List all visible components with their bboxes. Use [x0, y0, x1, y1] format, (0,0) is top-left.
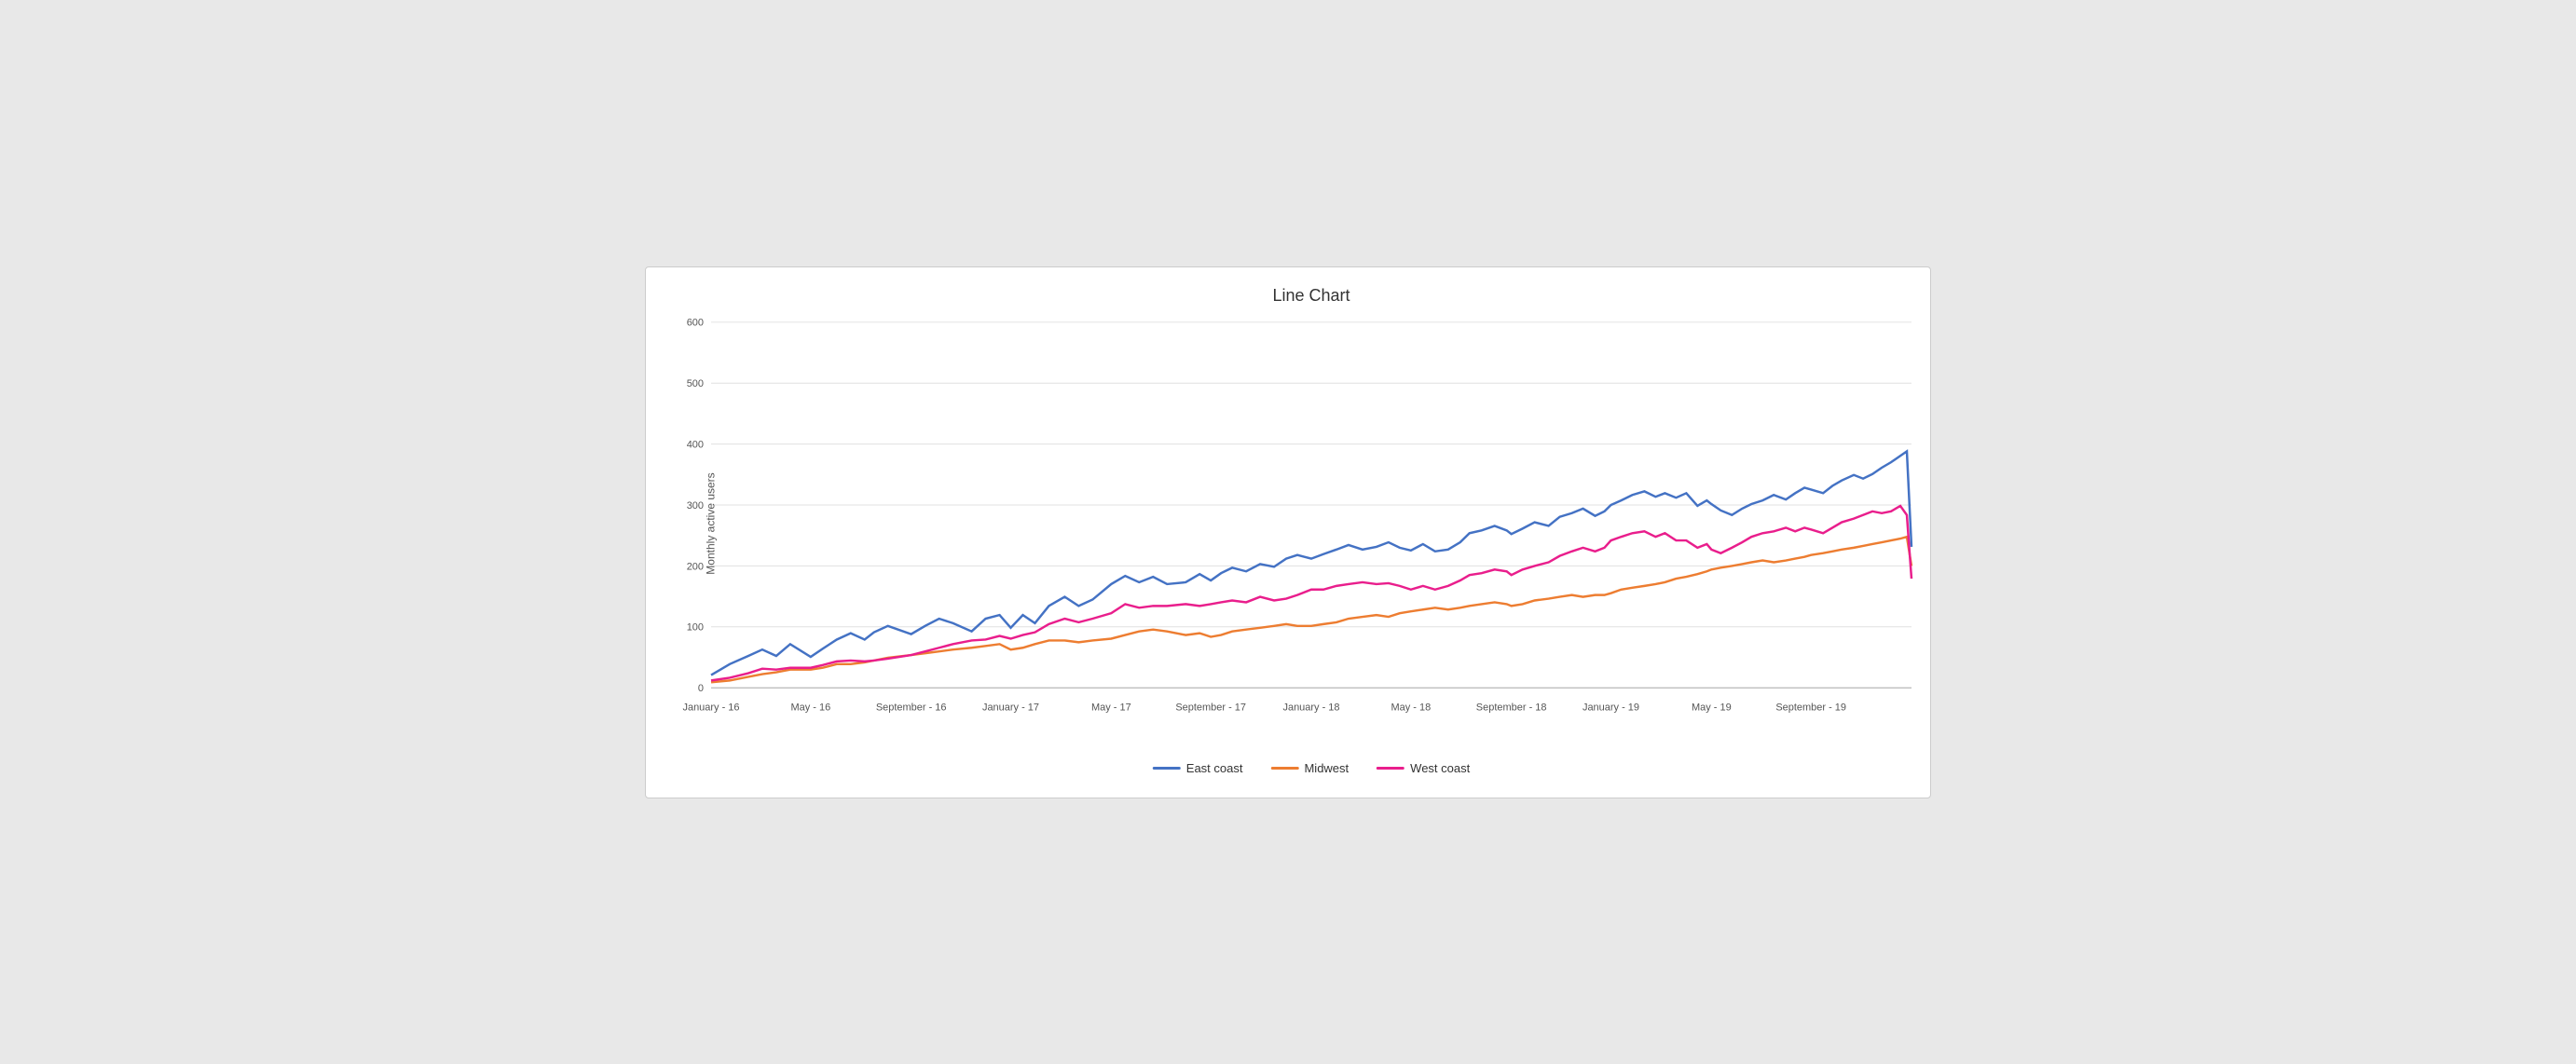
svg-text:January - 19: January - 19 — [1583, 702, 1639, 713]
legend-line-east-coast — [1153, 767, 1181, 770]
chart-container: Line Chart Monthly active users .grid-li… — [645, 266, 1931, 798]
svg-text:May - 16: May - 16 — [790, 702, 830, 713]
chart-svg: .grid-line { stroke: #e0e0e0; stroke-wid… — [711, 315, 1911, 733]
legend-item-east-coast: East coast — [1153, 761, 1243, 775]
svg-text:September - 19: September - 19 — [1775, 702, 1846, 713]
chart-title: Line Chart — [711, 286, 1911, 306]
legend-line-west-coast — [1377, 767, 1404, 770]
y-axis-label: Monthly active users — [705, 472, 718, 574]
legend-item-west-coast: West coast — [1377, 761, 1470, 775]
svg-text:January - 16: January - 16 — [682, 702, 739, 713]
svg-text:500: 500 — [687, 378, 704, 389]
svg-text:January - 18: January - 18 — [1282, 702, 1339, 713]
svg-text:300: 300 — [687, 500, 704, 512]
svg-text:400: 400 — [687, 439, 704, 450]
svg-text:September - 16: September - 16 — [876, 702, 947, 713]
west-coast-line — [711, 505, 1911, 679]
chart-legend: East coast Midwest West coast — [1153, 761, 1470, 775]
east-coast-line — [711, 451, 1911, 675]
chart-area: Monthly active users .grid-line { stroke… — [711, 315, 1911, 733]
svg-text:May - 18: May - 18 — [1391, 702, 1431, 713]
svg-text:January - 17: January - 17 — [982, 702, 1039, 713]
svg-text:May - 19: May - 19 — [1692, 702, 1732, 713]
svg-text:600: 600 — [687, 317, 704, 328]
legend-label-east-coast: East coast — [1186, 761, 1243, 775]
svg-text:0: 0 — [698, 683, 704, 694]
legend-label-west-coast: West coast — [1410, 761, 1470, 775]
legend-item-midwest: Midwest — [1270, 761, 1349, 775]
svg-text:100: 100 — [687, 621, 704, 633]
legend-line-midwest — [1270, 767, 1298, 770]
svg-text:200: 200 — [687, 561, 704, 572]
svg-text:September - 18: September - 18 — [1476, 702, 1547, 713]
legend-label-midwest: Midwest — [1304, 761, 1349, 775]
svg-text:May - 17: May - 17 — [1091, 702, 1131, 713]
svg-text:September - 17: September - 17 — [1175, 702, 1246, 713]
